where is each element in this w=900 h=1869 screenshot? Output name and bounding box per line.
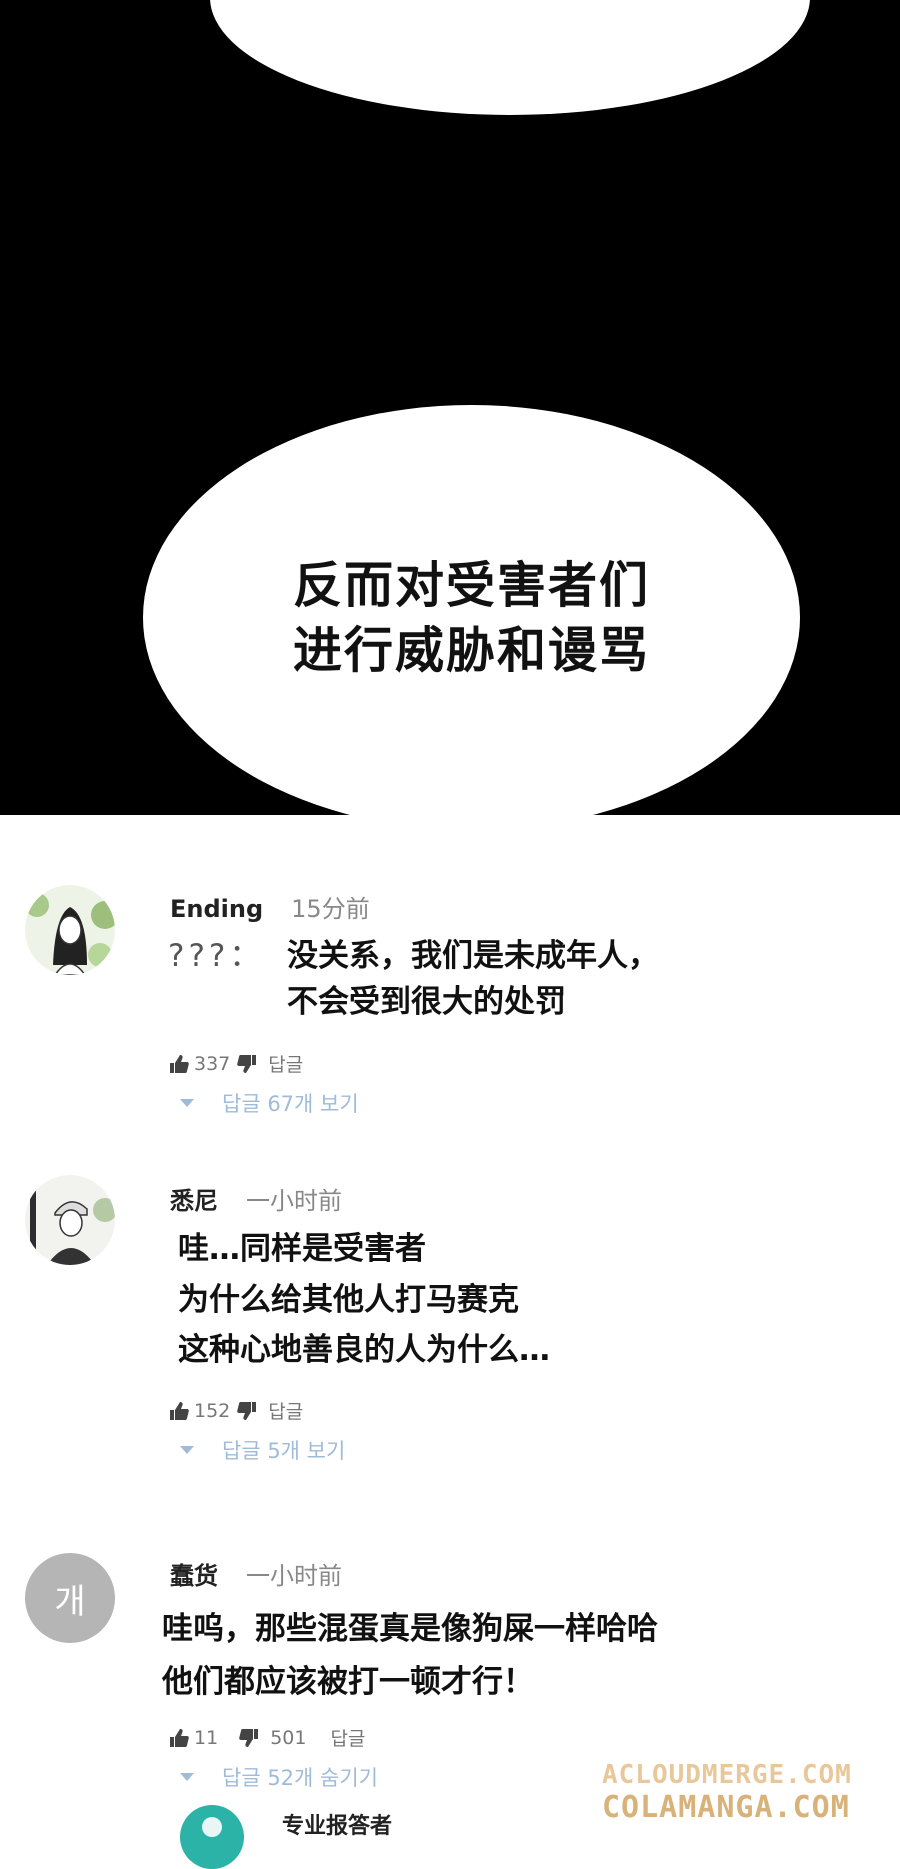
avatar[interactable] [25,1175,115,1265]
timestamp: 一小时前 [246,1562,342,1590]
thumbs-down-icon[interactable] [236,1400,258,1422]
username[interactable]: 蠢货 [170,1562,218,1590]
comment-line: 他们都应该被打一顿才行！ [162,1664,534,1700]
comment-line: 为什么给其他人打马赛克 [178,1282,519,1318]
comment-line: 哇…同样是受害者 [178,1231,426,1267]
avatar-boy-icon [25,1175,115,1265]
like-count: 152 [194,1399,231,1422]
bubble-text-line-2: 进行威胁和谩骂 [292,621,650,679]
username[interactable]: Ending [170,895,263,923]
thumbs-up-icon[interactable] [168,1727,190,1749]
timestamp: 一小时前 [246,1187,342,1215]
username[interactable]: 专业报答者 [282,1808,392,1840]
thumbs-down-icon[interactable] [238,1727,260,1749]
dislike-count: 501 [270,1726,307,1749]
speech-bubble-main: 反而对受害者们 进行威胁和谩骂 [143,405,800,815]
comment-meta: 悉尼 一小时前 [170,1181,342,1216]
user-silhouette-icon [202,1817,222,1837]
hide-replies-link[interactable]: 답글 52개 숨기기 [180,1762,378,1792]
view-replies-label: 답글 67개 보기 [222,1092,359,1116]
avatar-initial: 개 [54,1581,86,1622]
comment-line: 这种心地善良的人为什么… [178,1332,550,1368]
comment-meta: 蠢货 一小时前 [170,1556,342,1591]
comment-actions: 337 답글 [168,1050,309,1077]
reply-button[interactable]: 답글 [268,1050,303,1077]
caret-down-icon [180,1099,194,1107]
comment-prefix: ???： [168,938,265,974]
comment-actions: 11 501 답글 [168,1724,371,1751]
watermark-line-1: ACLOUDMERGE.COM [602,1760,852,1790]
bubble-text-line-1: 反而对受害者们 [292,556,650,614]
comment-actions: 152 답글 [168,1397,309,1424]
avatar[interactable]: 개 [25,1553,115,1643]
watermark-line-2: COLAMANGA.COM [602,1790,850,1825]
avatar[interactable] [25,885,115,975]
comment-line: 不会受到很大的处罚 [287,984,566,1020]
thumbs-up-icon[interactable] [168,1400,190,1422]
thumbs-down-icon[interactable] [236,1053,258,1075]
caret-down-icon [180,1446,194,1454]
thumbs-up-icon[interactable] [168,1053,190,1075]
reply-button[interactable]: 답글 [268,1397,303,1424]
comment-meta: Ending 15分前 [170,889,370,924]
reply-button[interactable]: 답글 [330,1724,365,1751]
caret-down-icon [180,1773,194,1781]
speech-bubble-top [210,0,810,115]
comic-panel: 反而对受害者们 进行威胁和谩骂 [0,0,900,815]
view-replies-link[interactable]: 답글 67개 보기 [180,1088,359,1118]
avatar-girl-icon [25,885,115,975]
view-replies-link[interactable]: 답글 5개 보기 [180,1435,345,1465]
hide-replies-label: 답글 52개 숨기기 [222,1766,378,1790]
like-count: 11 [194,1726,219,1749]
like-count: 337 [194,1052,231,1075]
comment-line: 没关系，我们是未成年人， [287,938,659,974]
comment-line: 哇呜，那些混蛋真是像狗屎一样哈哈 [162,1611,658,1647]
timestamp: 15分前 [291,895,370,923]
view-replies-label: 답글 5개 보기 [222,1439,346,1463]
username[interactable]: 悉尼 [170,1187,218,1215]
avatar[interactable] [180,1805,244,1869]
